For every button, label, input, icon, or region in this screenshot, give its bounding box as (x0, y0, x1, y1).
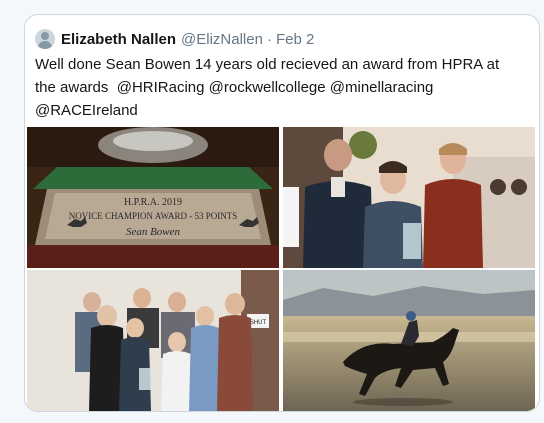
plaque-line1: H.P.R.A. 2019 (124, 197, 182, 208)
separator-dot: · (266, 30, 272, 48)
sign-text: SHUT (250, 320, 267, 326)
tweet-text-line1: Well done Sean Bowen 14 years old reciev… (35, 56, 500, 73)
tweet-header: Elizabeth Nallen @ElizNallen · Feb 2 (35, 27, 314, 51)
tweet-text-line2-start: the awards (35, 79, 109, 96)
avatar-body (38, 41, 52, 49)
author-handle[interactable]: @ElizNallen (181, 31, 263, 48)
photo-three-people[interactable] (283, 127, 535, 268)
plaque-line2: NOVICE CHAMPION AWARD - 53 POINTS (69, 211, 238, 221)
tweet-date[interactable]: Feb 2 (276, 31, 314, 48)
photo-horse-beach[interactable] (283, 270, 535, 411)
tweet-text: Well done Sean Bowen 14 years old reciev… (35, 53, 531, 122)
mention-hriracing[interactable]: @HRIRacing (117, 79, 205, 96)
photo-trophy-plaque[interactable]: H.P.R.A. 2019 NOVICE CHAMPION AWARD - 53… (27, 127, 279, 268)
mention-raceireland[interactable]: @RACEIreland (35, 102, 138, 119)
mention-minellaracing[interactable]: @minellaracing (330, 79, 434, 96)
tweet-card[interactable]: Elizabeth Nallen @ElizNallen · Feb 2 Wel… (24, 14, 540, 412)
author-name[interactable]: Elizabeth Nallen (61, 31, 176, 48)
photo-grid: H.P.R.A. 2019 NOVICE CHAMPION AWARD - 53… (25, 127, 539, 411)
photo-group[interactable]: SHUT (27, 270, 279, 411)
avatar[interactable] (35, 29, 55, 49)
avatar-head (41, 32, 49, 40)
mention-rockwellcollege[interactable]: @rockwellcollege (209, 79, 326, 96)
plaque-line3: Sean Bowen (126, 226, 181, 238)
